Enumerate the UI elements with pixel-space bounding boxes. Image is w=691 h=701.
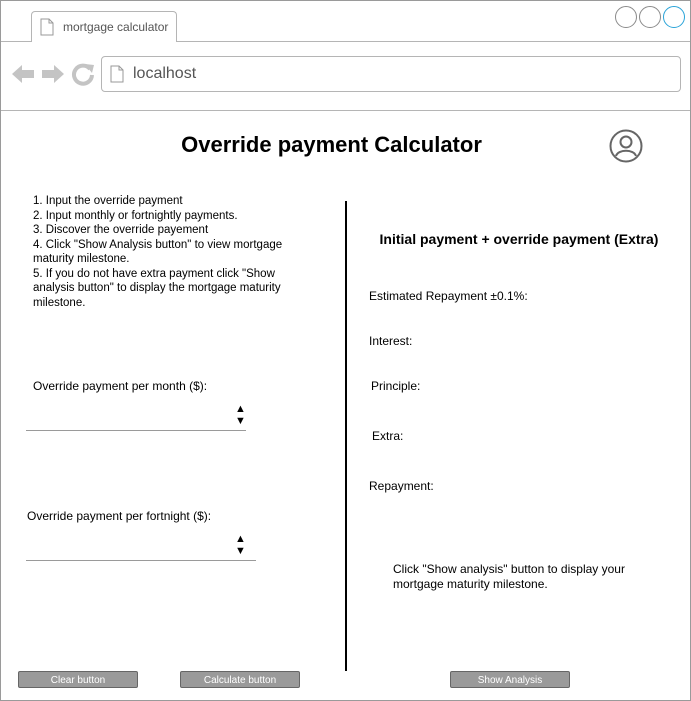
extra-label: Extra: [372,429,404,443]
results-title: Initial payment + override payment (Extr… [379,231,659,247]
tab-bar: mortgage calculator [1,1,690,42]
browser-window: mortgage calculator localhost Override p… [0,0,691,701]
page-icon [40,18,54,36]
spinner-down-icon[interactable]: ▼ [235,545,246,557]
page-title: Override payment Calculator [181,132,482,157]
user-icon[interactable] [609,129,643,163]
window-close-button[interactable] [663,6,685,28]
browser-toolbar: localhost [1,42,690,111]
calculate-button[interactable]: Calculate button [180,671,300,688]
estimated-repayment-label: Estimated Repayment ±0.1%: [369,289,528,303]
address-bar[interactable]: localhost [101,56,681,92]
fortnightly-payment-spinner[interactable]: ▲ ▼ [235,533,246,557]
monthly-payment-input[interactable] [26,430,246,431]
instructions-list: 1. Input the override payment 2. Input m… [33,194,313,310]
window-minimize-button[interactable] [615,6,637,28]
spinner-up-icon[interactable]: ▲ [235,403,246,415]
instruction-item: 4. Click "Show Analysis button" to view … [33,238,283,266]
back-arrow-icon[interactable] [11,62,35,86]
spinner-down-icon[interactable]: ▼ [235,415,246,427]
monthly-payment-spinner[interactable]: ▲ ▼ [235,403,246,427]
instruction-item: 5. If you do not have extra payment clic… [33,267,281,309]
monthly-payment-label: Override payment per month ($): [33,379,208,393]
page-icon [110,65,124,83]
browser-tab[interactable]: mortgage calculator [31,11,177,42]
instruction-item: 2. Input monthly or fortnightly payments… [33,209,238,222]
fortnightly-payment-input[interactable] [26,560,256,561]
panel-divider [345,201,347,671]
interest-label: Interest: [369,334,413,348]
address-text: localhost [133,65,197,82]
window-maximize-button[interactable] [639,6,661,28]
forward-arrow-icon[interactable] [41,62,65,86]
repayment-label: Repayment: [369,479,434,493]
instruction-item: 3. Discover the override payement [33,224,209,236]
fortnightly-payment-label: Override payment per fortnight ($): [27,509,212,523]
clear-button[interactable]: Clear button [18,671,138,688]
show-analysis-button[interactable]: Show Analysis [450,671,570,688]
instruction-item: 1. Input the override payment [33,195,183,207]
analysis-hint: Click "Show analysis" button to display … [393,562,625,591]
reload-icon[interactable] [71,62,95,86]
spinner-up-icon[interactable]: ▲ [235,533,246,545]
tab-title: mortgage calculator [63,20,169,34]
principle-label: Principle: [371,379,421,393]
